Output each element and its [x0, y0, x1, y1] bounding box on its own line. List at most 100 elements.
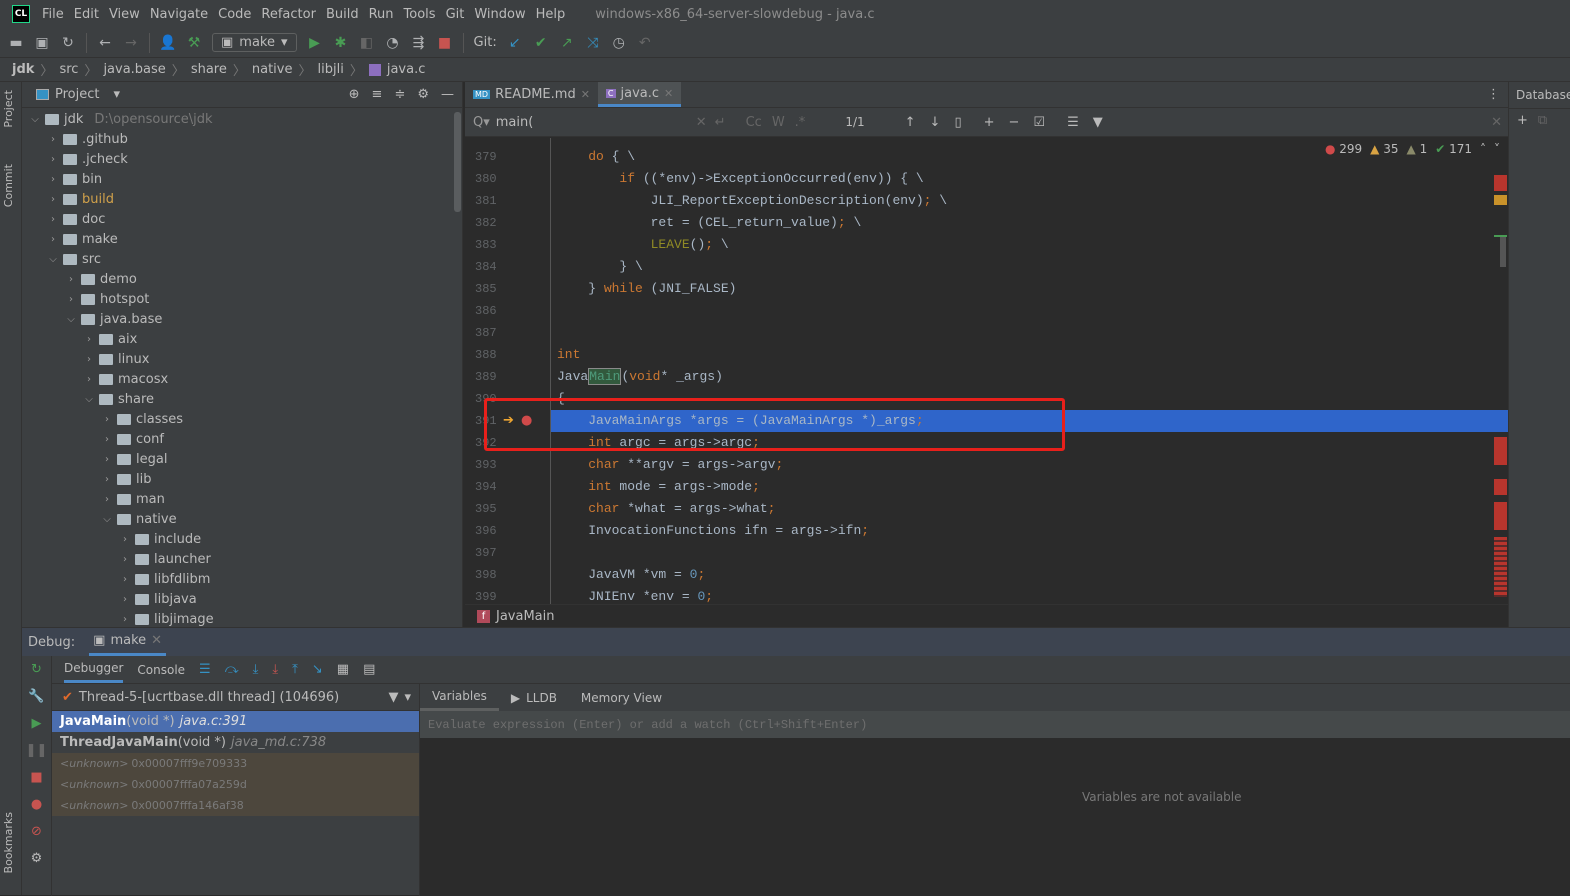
select-all-icon[interactable]: ▯	[954, 115, 961, 130]
line-number[interactable]: 394	[475, 476, 507, 498]
line-number[interactable]: 382	[475, 212, 507, 234]
collapse-all-icon[interactable]: ≑	[394, 87, 405, 102]
settings-wrench-icon[interactable]: 🔧	[28, 689, 44, 704]
tree-item[interactable]: ⌵ src	[48, 249, 101, 269]
chevron-right-icon[interactable]: ›	[66, 274, 76, 285]
code-line[interactable]: 380 if ((*env)->ExceptionOccurred(env)) …	[465, 168, 1490, 190]
code-line[interactable]: 396 InvocationFunctions ifn = args->ifn;	[465, 520, 1490, 542]
thread-select[interactable]: ✔ Thread-5-[ucrtbase.dll thread] (104696…	[52, 684, 419, 711]
tree-item[interactable]: › .jcheck	[48, 149, 128, 169]
tree-item[interactable]: › libjimage	[120, 609, 214, 629]
chevron-right-icon[interactable]: ›	[120, 534, 130, 545]
filter-icon[interactable]: ▼	[388, 690, 398, 705]
tree-item[interactable]: › classes	[102, 409, 183, 429]
project-tool-tab[interactable]: Project	[2, 90, 15, 128]
code-line[interactable]: 386	[465, 300, 1490, 322]
chevron-right-icon[interactable]: ›	[48, 194, 58, 205]
tree-item[interactable]: › doc	[48, 209, 105, 229]
chevron-right-icon[interactable]: ›	[48, 174, 58, 185]
hide-icon[interactable]: —	[441, 87, 454, 102]
line-number[interactable]: 396	[475, 520, 507, 542]
code-line[interactable]: 394 int mode = args->mode;	[465, 476, 1490, 498]
tree-item[interactable]: › conf	[102, 429, 164, 449]
tree-item[interactable]: › linux	[84, 349, 149, 369]
menu-edit[interactable]: Edit	[74, 7, 99, 22]
line-number[interactable]: 397	[475, 542, 507, 564]
gear-icon[interactable]: ⚙	[417, 87, 429, 102]
menu-icon[interactable]: ☰	[199, 662, 211, 677]
breadcrumb-item[interactable]: src	[59, 62, 78, 77]
chevron-right-icon[interactable]: ›	[102, 414, 112, 425]
tree-item[interactable]: › man	[102, 489, 165, 509]
line-number[interactable]: 383	[475, 234, 507, 256]
commit-tool-tab[interactable]: Commit	[2, 164, 15, 207]
rollback-icon[interactable]: ↶	[637, 35, 653, 51]
code-line[interactable]: 383 LEAVE(); \	[465, 234, 1490, 256]
history-icon[interactable]: ◷	[611, 35, 627, 51]
stack-frame[interactable]: <unknown> 0x00007fffa07a259d	[52, 774, 419, 795]
chevron-right-icon[interactable]: ›	[120, 614, 130, 625]
forward-icon[interactable]: →	[123, 35, 139, 51]
open-folder-icon[interactable]: ▬	[8, 35, 24, 51]
run-config-select[interactable]: ▣ make ▾	[212, 33, 297, 52]
run-icon[interactable]: ▶	[307, 35, 323, 51]
line-number[interactable]: 399	[475, 586, 507, 604]
tree-item[interactable]: › launcher	[120, 549, 211, 569]
save-icon[interactable]: ▣	[34, 35, 50, 51]
code-line[interactable]: 387	[465, 322, 1490, 344]
menu-tools[interactable]: Tools	[404, 7, 436, 22]
chevron-right-icon[interactable]: ›	[84, 354, 94, 365]
chevron-down-icon[interactable]: ⌵	[84, 394, 94, 405]
tree-item[interactable]: ⌵ java.base	[66, 309, 162, 329]
line-number[interactable]: 398	[475, 564, 507, 586]
tab-memory-view[interactable]: Memory View	[569, 684, 674, 711]
match-case-toggle[interactable]: Cc	[746, 115, 762, 130]
line-number[interactable]: 386	[475, 300, 507, 322]
locate-icon[interactable]: ⊕	[349, 87, 360, 102]
sync-icon[interactable]: ↻	[60, 35, 76, 51]
tree-item[interactable]: › aix	[84, 329, 137, 349]
error-stripe[interactable]	[1490, 137, 1508, 602]
build-hammer-icon[interactable]: ⚒	[186, 35, 202, 51]
stack-frame[interactable]: <unknown> 0x00007fffa146af38	[52, 795, 419, 816]
tab-variables[interactable]: Variables	[420, 684, 499, 711]
chevron-right-icon[interactable]: ›	[84, 334, 94, 345]
breadcrumb-item[interactable]: java.base	[103, 62, 165, 77]
line-number[interactable]: 393	[475, 454, 507, 476]
view-breakpoints-icon[interactable]: ●	[31, 797, 42, 812]
line-number[interactable]: 395	[475, 498, 507, 520]
next-match-icon[interactable]: ↓	[930, 115, 941, 130]
stack-frame[interactable]: ThreadJavaMain (void *) java_md.c:738	[52, 732, 419, 753]
breadcrumb-item[interactable]: libjli	[318, 62, 344, 77]
tree-item[interactable]: › include	[120, 529, 201, 549]
tree-item[interactable]: › legal	[102, 449, 167, 469]
prev-highlight-icon[interactable]: ˄	[1480, 142, 1486, 156]
line-number[interactable]: 384	[475, 256, 507, 278]
chevron-down-icon[interactable]: ⌵	[30, 114, 40, 125]
add-icon[interactable]: +	[1517, 113, 1528, 128]
stop-icon[interactable]: ■	[437, 35, 453, 51]
chevron-down-icon[interactable]: ⌵	[66, 314, 76, 325]
tab-readme-md[interactable]: MD README.md ✕	[465, 82, 598, 107]
breadcrumb-item[interactable]: share	[191, 62, 227, 77]
line-number[interactable]: 387	[475, 322, 507, 344]
database-title[interactable]: Database	[1509, 82, 1570, 108]
layout-icon[interactable]: ▤	[363, 662, 375, 677]
code-line[interactable]: 381 JLI_ReportExceptionDescription(env);…	[465, 190, 1490, 212]
gear-icon[interactable]: ⚙	[31, 851, 43, 866]
close-icon[interactable]: ✕	[664, 87, 673, 100]
line-number[interactable]: 380	[475, 168, 507, 190]
chevron-right-icon[interactable]: ›	[84, 374, 94, 385]
breadcrumb-item[interactable]: jdk	[12, 62, 34, 77]
chevron-right-icon[interactable]: ›	[102, 474, 112, 485]
more-tabs-icon[interactable]: ⋮	[1479, 82, 1508, 107]
tab-console[interactable]: Console	[137, 663, 185, 677]
inspection-widget[interactable]: ● 299 ▲ 35 ▲ 1 ✔ 171 ˄ ˅	[1325, 142, 1500, 156]
search-icon[interactable]: Q▾	[473, 115, 490, 130]
code-line[interactable]: 393 char **argv = args->argv;	[465, 454, 1490, 476]
force-step-into-icon[interactable]: ⤓	[272, 662, 278, 677]
prev-match-icon[interactable]: ↑	[905, 115, 916, 130]
back-icon[interactable]: ←	[97, 35, 113, 51]
clear-icon[interactable]: ✕	[696, 115, 707, 130]
chevron-down-icon[interactable]: ▾	[113, 87, 120, 102]
